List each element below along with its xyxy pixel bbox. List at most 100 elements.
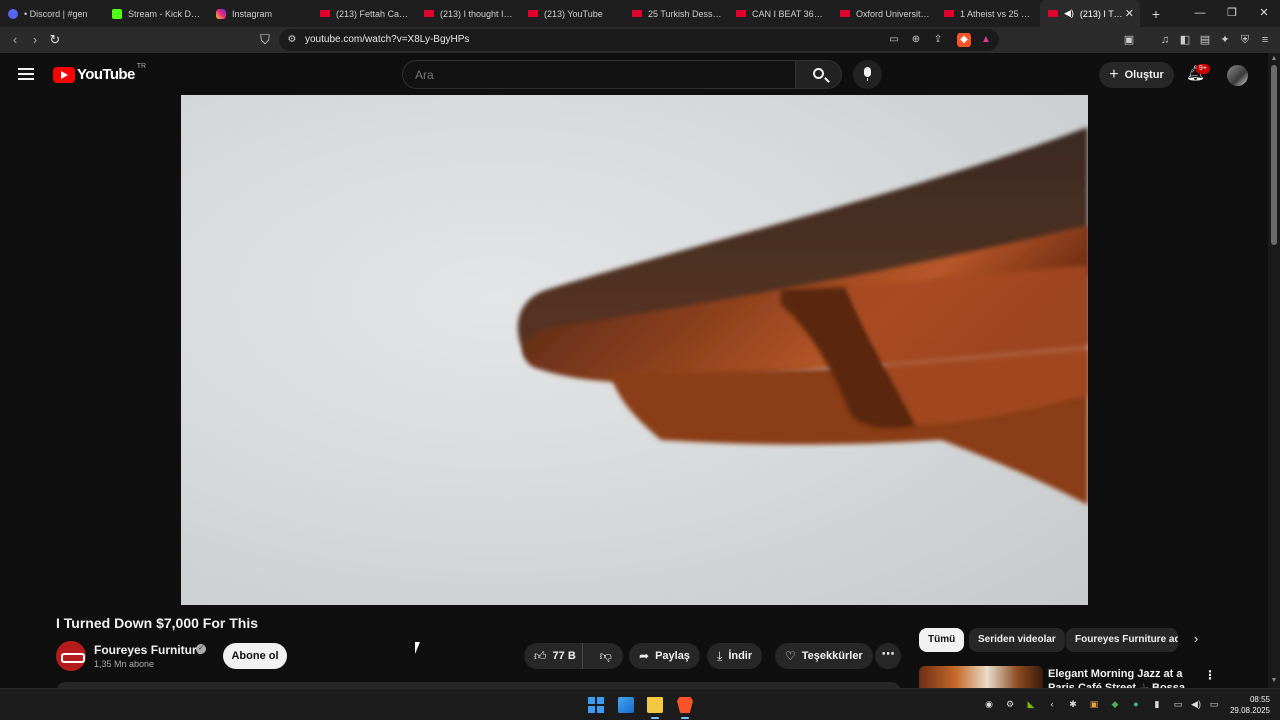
wallet-icon[interactable]: ▤ (1198, 31, 1212, 49)
search-icon (813, 68, 824, 79)
xbox-icon[interactable]: ● (1130, 698, 1142, 710)
thumbs-up-icon: 👍︎ (534, 648, 547, 663)
close-window-icon[interactable]: ✕ (1248, 0, 1280, 27)
thumbs-down-icon: 👎︎ (599, 648, 612, 663)
chevron-up-icon[interactable]: ‹ (1046, 698, 1058, 710)
app-tray-icon[interactable]: ▣ (1088, 698, 1100, 710)
voice-search-button[interactable] (853, 60, 882, 89)
dislike-button[interactable]: 👎︎ (589, 649, 623, 664)
tab-label: Instagram (232, 8, 273, 19)
brave-shields-icon[interactable]: ◆ (957, 33, 971, 47)
browser-tab[interactable]: (213) I thought I kn (416, 0, 520, 27)
browser-tab[interactable]: 1 Atheist vs 25 Chri (936, 0, 1040, 27)
file-explorer-icon[interactable] (647, 697, 663, 713)
network-icon[interactable]: ▭ (1172, 698, 1184, 710)
tab-label: • Discord | #gen (24, 8, 88, 19)
search-box (402, 60, 842, 89)
scrollbar-thumb[interactable] (1271, 65, 1277, 245)
photos-icon[interactable] (618, 697, 634, 713)
download-button[interactable]: ⤓ İndir (707, 643, 763, 669)
tab-label: (213) Fettah Can - B (336, 8, 410, 19)
browser-toolbar: ‹ › ↻ ⛉ ⚙ youtube.com/watch?v=X8Ly-BgyHP… (0, 27, 1280, 53)
menu-icon[interactable]: ≡ (1258, 31, 1272, 49)
video-title: I Turned Down $7,000 For This (56, 615, 258, 631)
browser-tab[interactable]: Oxford University M (832, 0, 936, 27)
discord-icon (8, 8, 18, 19)
youtube-logo[interactable]: YouTube TR (53, 63, 147, 83)
browser-tab[interactable]: CAN I BEAT 3600 LE (728, 0, 832, 27)
volume-icon[interactable]: ◀) (1190, 698, 1202, 710)
back-icon[interactable]: ‹ (6, 31, 24, 49)
guide-menu-icon[interactable] (18, 68, 34, 80)
address-bar[interactable]: ⚙ youtube.com/watch?v=X8Ly-BgyHPs ▭ ⊕ ⇪ … (279, 29, 999, 51)
media-icon[interactable]: ♫ (1158, 31, 1172, 49)
vpn-icon[interactable]: ⛨ (1238, 31, 1252, 49)
sidebar-icon[interactable]: ◧ (1178, 31, 1192, 49)
thanks-label: Teşekkürler (801, 650, 863, 662)
more-actions-button[interactable]: ⋯ (875, 643, 901, 669)
separator (1142, 31, 1152, 49)
chip-series[interactable]: Seriden videolar (969, 628, 1065, 652)
channel-name[interactable]: Foureyes Furniture (94, 643, 203, 657)
search-input[interactable] (402, 60, 796, 89)
maximize-icon[interactable]: ❐ (1216, 0, 1248, 27)
more-vert-icon[interactable]: ⋮ (1204, 668, 1216, 682)
reader-mode-icon[interactable]: ▣ (1122, 31, 1136, 49)
youtube-icon (528, 10, 538, 17)
video-player[interactable] (181, 95, 1088, 605)
system-clock[interactable]: 08:55 29.08.2025 (1230, 694, 1270, 716)
kick-icon (112, 8, 122, 19)
create-button[interactable]: + Oluştur (1099, 62, 1174, 88)
channel-avatar[interactable] (56, 641, 86, 671)
browser-tab[interactable]: Instagram (208, 0, 312, 27)
tab-label: (213) I thought I kn (440, 8, 514, 19)
like-button[interactable]: 👍︎ 77 B (524, 643, 583, 669)
browser-tab[interactable]: • Discord | #gen (0, 0, 104, 27)
bluetooth-icon[interactable]: ✱ (1067, 698, 1079, 710)
share-button[interactable]: ➦ Paylaş (629, 643, 700, 669)
browser-tab-active[interactable]: ◀) (213) I Turne✕ (1040, 0, 1140, 27)
bookmark-icon[interactable]: ⛉ (256, 31, 274, 49)
subscribe-button[interactable]: Abone ol (223, 643, 287, 669)
tab-label: 1 Atheist vs 25 Chri (960, 8, 1034, 19)
forward-icon[interactable]: › (26, 31, 44, 49)
recommended-title[interactable]: Elegant Morning Jazz at a Paris Café Str… (1048, 667, 1198, 688)
download-icon: ⤓ (717, 648, 723, 663)
nvidia-icon[interactable]: ◣ (1025, 698, 1037, 710)
browser-tab[interactable]: (213) YouTube (520, 0, 624, 27)
microphone-tray-icon[interactable]: ▮ (1151, 698, 1163, 710)
site-info-icon[interactable]: ⚙ (285, 33, 299, 47)
minimize-icon[interactable]: — (1184, 0, 1216, 27)
steam-icon[interactable]: ⚙ (1004, 698, 1016, 710)
browser-tab[interactable]: Stream - Kick Dashb (104, 0, 208, 27)
account-avatar[interactable] (1227, 65, 1248, 86)
browser-tab-strip: • Discord | #gen Stream - Kick Dashb Ins… (0, 0, 1280, 27)
chip-channel[interactable]: Foureyes Furniture ad (1066, 628, 1178, 652)
windows-start-icon[interactable] (588, 697, 604, 713)
country-code: TR (136, 63, 147, 70)
page-scrollbar[interactable]: ▲ ▼ (1268, 53, 1280, 688)
brave-browser-icon[interactable] (677, 697, 693, 713)
cast-icon[interactable]: ▭ (887, 33, 901, 47)
scroll-up-icon[interactable]: ▲ (1270, 55, 1278, 62)
thanks-button[interactable]: ♡ Teşekkürler (775, 643, 873, 669)
zoom-icon[interactable]: ⊕ (909, 33, 923, 47)
search-button[interactable] (795, 60, 842, 89)
new-tab-button[interactable]: + (1146, 6, 1166, 22)
close-tab-icon[interactable]: ✕ (1125, 7, 1134, 20)
chip-all[interactable]: Tümü (919, 628, 965, 652)
brave-rewards-icon[interactable]: ▲ (979, 33, 993, 47)
browser-tab[interactable]: (213) Fettah Can - B (312, 0, 416, 27)
browser-tab[interactable]: 25 Turkish Desserts (624, 0, 728, 27)
reload-icon[interactable]: ↻ (46, 31, 64, 49)
share-icon[interactable]: ⇪ (931, 33, 945, 47)
opera-gx-icon[interactable]: ◉ (983, 698, 995, 710)
leo-ai-icon[interactable]: ✦ (1218, 31, 1232, 49)
plus-icon: + (1109, 66, 1119, 83)
youtube-icon (632, 10, 642, 17)
shield-tray-icon[interactable]: ◆ (1109, 698, 1121, 710)
scroll-down-icon[interactable]: ▼ (1270, 677, 1278, 684)
recommended-thumbnail[interactable] (919, 666, 1043, 690)
chevron-right-icon[interactable]: › (1188, 631, 1204, 649)
battery-icon[interactable]: ▭ (1208, 698, 1220, 710)
